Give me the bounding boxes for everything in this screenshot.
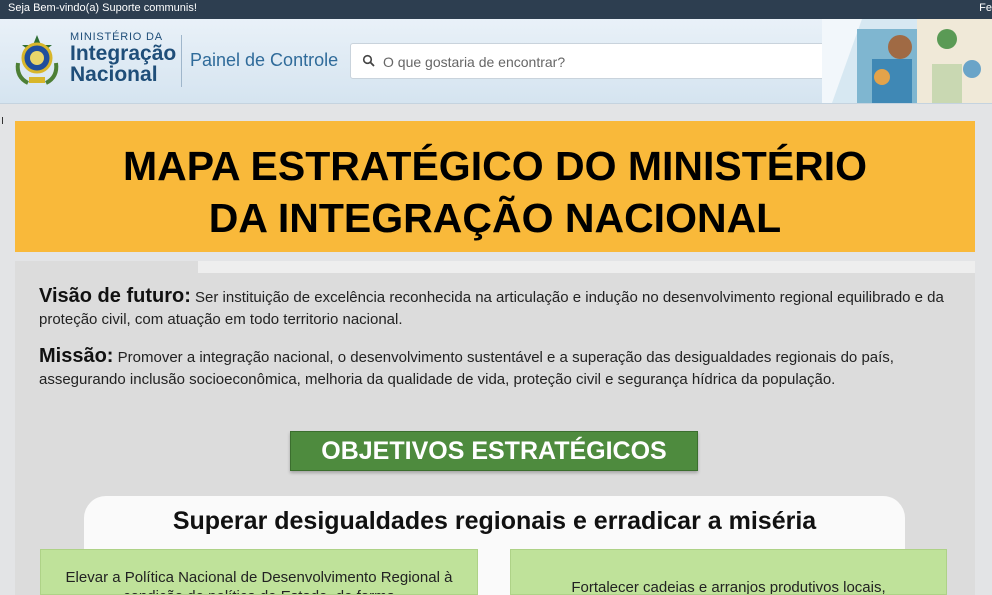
ministry-name-line1: Integração (70, 42, 177, 65)
top-bar: Seja Bem-vindo(a) Suporte communis! Fe (0, 0, 992, 19)
page-title-line1: MAPA ESTRATÉGICO DO MINISTÉRIO (122, 143, 868, 189)
section-title: Superar desigualdades regionais e erradi… (172, 507, 817, 535)
objective-card-text: Elevar a Política Nacional de Desenvolvi… (65, 569, 453, 594)
coat-of-arms-icon[interactable] (12, 33, 62, 87)
header-banner-image (822, 19, 992, 103)
mission-text: Promover a integração nacional, o desenv… (39, 349, 894, 388)
panel-top-strip (198, 261, 975, 273)
welcome-text: Seja Bem-vindo(a) Suporte communis! (8, 2, 197, 14)
search-input[interactable] (381, 50, 825, 74)
header-divider (181, 35, 182, 87)
search-icon (362, 54, 375, 67)
vision-label: Visão de futuro: (39, 285, 191, 307)
site-header: MINISTÉRIO DA Integração Nacional Painel… (0, 19, 992, 104)
panel-link[interactable]: Painel de Controle (190, 50, 338, 71)
page-title-line2: DA INTEGRAÇÃO NACIONAL (208, 195, 782, 241)
mission-label: Missão: (39, 345, 114, 367)
objective-card[interactable]: Fortalecer cadeias e arranjos produtivos… (510, 549, 947, 595)
page-title: MAPA ESTRATÉGICO DO MINISTÉRIO DA INTEGR… (15, 121, 975, 252)
ministry-name-line2: Nacional (70, 63, 158, 86)
objective-card[interactable]: Elevar a Política Nacional de Desenvolvi… (40, 549, 478, 595)
mission-paragraph: Missão: Promover a integração nacional, … (39, 345, 959, 391)
search-box[interactable] (350, 43, 837, 79)
text-cursor (2, 117, 3, 124)
objective-card-text: Fortalecer cadeias e arranjos produtivos… (571, 579, 886, 595)
vision-paragraph: Visão de futuro: Ser instituição de exce… (39, 285, 959, 331)
topbar-right-link[interactable]: Fe (979, 1, 992, 16)
ministry-logo-text[interactable]: MINISTÉRIO DA Integração Nacional (70, 31, 176, 85)
objectives-button[interactable]: OBJETIVOS ESTRATÉGICOS (290, 431, 698, 471)
